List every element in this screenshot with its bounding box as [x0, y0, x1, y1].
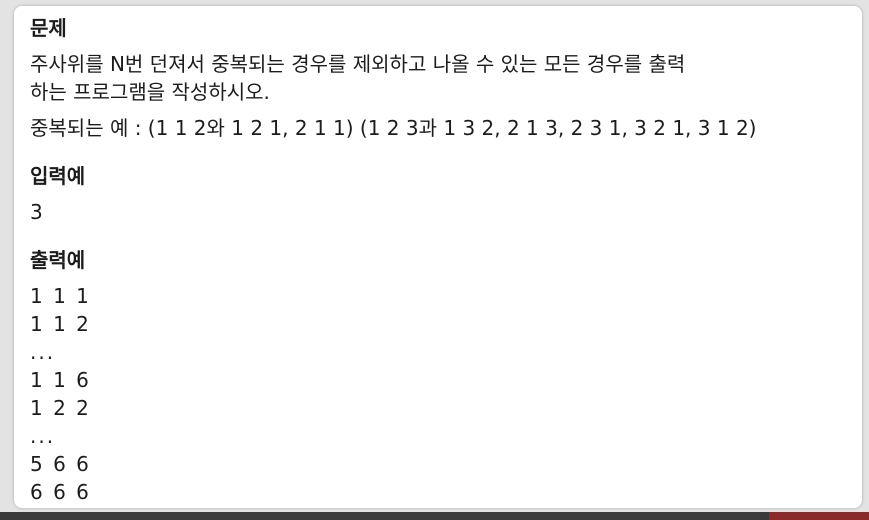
output-line: 5 6 6: [30, 452, 91, 476]
output-line: 6 6 6: [30, 480, 91, 504]
duplicate-example-line: 중복되는 예 : (1 1 2와 1 2 1, 2 1 1) (1 2 3과 1…: [30, 116, 757, 140]
bottom-bar: [0, 512, 869, 520]
output-line: 1 1 6: [30, 368, 91, 392]
output-line: 1 1 2: [30, 312, 91, 336]
input-example-value: 3: [30, 200, 43, 224]
problem-description-line-1: 주사위를 N번 던져서 중복되는 경우를 제외하고 나올 수 있는 모든 경우를…: [30, 52, 686, 76]
bottom-bar-accent: [769, 512, 869, 520]
output-ellipsis: ...: [30, 424, 56, 448]
problem-content: 문제 주사위를 N번 던져서 중복되는 경우를 제외하고 나올 수 있는 모든 …: [30, 14, 846, 506]
problem-heading: 문제: [30, 16, 67, 40]
output-ellipsis: ...: [30, 340, 56, 364]
output-line: 1 2 2: [30, 396, 91, 420]
problem-description-line-2: 하는 프로그램을 작성하시오.: [30, 80, 270, 104]
output-example-list: 1 1 1 1 1 2 ... 1 1 6 1 2 2 ... 5 6 6 6 …: [30, 282, 846, 506]
input-example-heading: 입력예: [30, 164, 86, 188]
output-line: 1 1 1: [30, 284, 91, 308]
output-example-heading: 출력예: [30, 248, 86, 272]
problem-card: 문제 주사위를 N번 던져서 중복되는 경우를 제외하고 나올 수 있는 모든 …: [14, 6, 862, 508]
